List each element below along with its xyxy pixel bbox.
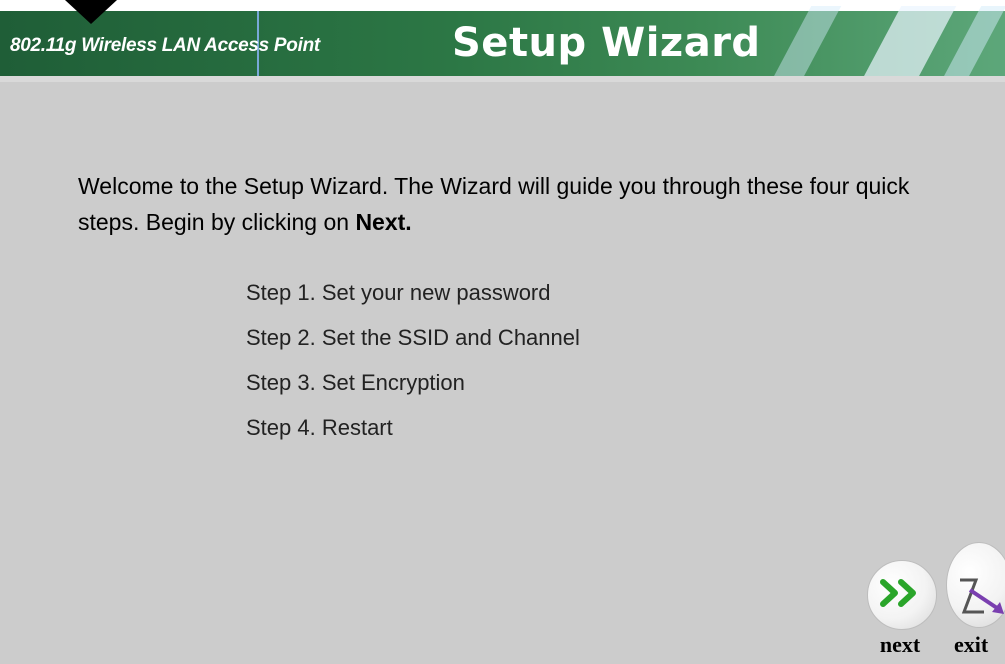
welcome-text-next-emphasis: Next. <box>355 209 412 235</box>
exit-button-label: exit <box>954 632 989 657</box>
step-item: Step 2. Set the SSID and Channel <box>246 325 580 350</box>
exit-door-icon <box>960 578 1004 614</box>
pointer-arrow-icon <box>65 0 117 24</box>
next-button[interactable]: next <box>865 540 937 660</box>
exit-button[interactable]: exit <box>944 540 1005 660</box>
next-button-label: next <box>879 632 921 657</box>
header-bottom-stripe <box>0 76 1005 82</box>
step-item: Step 1. Set your new password <box>246 280 551 305</box>
header-swoosh-decoration <box>858 6 957 82</box>
header-subtitle: 802.11g Wireless LAN Access Point <box>10 35 320 56</box>
step-item: Step 4. Restart <box>246 415 393 440</box>
steps-list: Step 1. Set your new password Step 2. Se… <box>246 273 580 453</box>
double-chevron-right-icon <box>880 579 916 607</box>
welcome-text-body: Welcome to the Setup Wizard. The Wizard … <box>78 173 910 235</box>
page-title: Setup Wizard <box>452 20 761 66</box>
header-banner: 802.11g Wireless LAN Access Point Setup … <box>0 0 1005 82</box>
welcome-text: Welcome to the Setup Wizard. The Wizard … <box>78 168 958 240</box>
header-top-stripe <box>0 0 1005 11</box>
step-item: Step 3. Set Encryption <box>246 370 465 395</box>
header-swoosh-decoration <box>768 6 842 82</box>
